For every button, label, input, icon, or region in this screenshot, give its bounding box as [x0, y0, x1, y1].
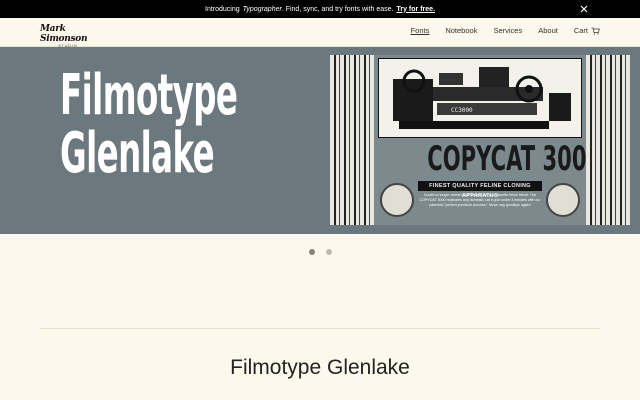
section-title: Filmotype Glenlake — [230, 356, 410, 379]
close-icon[interactable] — [578, 3, 590, 15]
announcement-product: Typographer — [242, 5, 282, 13]
poster-image: CC3000 COPYCAT 3000 FINEST QUALITY FELIN… — [330, 55, 630, 225]
hero-title: Filmotype Glenlake — [60, 63, 238, 186]
lathe-drawing: CC3000 — [393, 67, 571, 129]
main-nav: Mark Simonson STUDIO Fonts Notebook Serv… — [0, 18, 640, 48]
cat-seal-left-icon — [380, 183, 414, 217]
poster-tagline: FINEST QUALITY FELINE CLONING APPARATUS — [418, 181, 542, 199]
divider — [40, 328, 600, 329]
carousel-dot-2[interactable] — [325, 249, 332, 255]
lathe-illustration: CC3000 — [378, 58, 582, 138]
cart-label: Cart — [573, 26, 588, 35]
carousel-dot-1[interactable] — [308, 249, 315, 255]
nav-item-cart[interactable]: Cart — [574, 26, 600, 35]
cat-seal-right-icon — [546, 183, 580, 217]
announcement-suffix: . Find, sync, and try fonts with ease. — [281, 5, 394, 13]
nav-item-services[interactable]: Services — [493, 26, 522, 35]
announcement-bar: Introducing Typographer. Find, sync, and… — [0, 0, 640, 18]
logo-name: Mark Simonson — [40, 24, 88, 44]
nav-item-about[interactable]: About — [538, 26, 558, 35]
announcement-prefix: Introducing — [205, 5, 240, 13]
logo[interactable]: Mark Simonson STUDIO — [40, 24, 106, 48]
poster-headline: COPYCAT 3000 — [374, 141, 601, 177]
carousel-dots — [0, 249, 640, 255]
nav-menu: Fonts Notebook Services About Cart — [411, 26, 600, 35]
poster-stripes-right — [586, 55, 630, 225]
machine-label: CC3000 — [451, 107, 473, 114]
nav-item-notebook[interactable]: Notebook — [445, 26, 477, 35]
poster-blurb: Doubt no longer needs to be the end for … — [419, 193, 541, 207]
try-for-free-link[interactable]: Try for free. — [396, 6, 435, 13]
poster-headline-text: COPYCAT 3000 — [427, 139, 602, 179]
cart-icon — [591, 27, 600, 35]
hero-slide[interactable]: Filmotype Glenlake CC3000 COPYCAT 3000 F… — [0, 47, 640, 234]
poster-stripes-left — [330, 55, 374, 225]
announcement-text: Introducing Typographer. Find, sync, and… — [205, 6, 435, 13]
poster-body: CC3000 COPYCAT 3000 FINEST QUALITY FELIN… — [374, 55, 601, 225]
nav-item-fonts[interactable]: Fonts — [411, 26, 430, 35]
